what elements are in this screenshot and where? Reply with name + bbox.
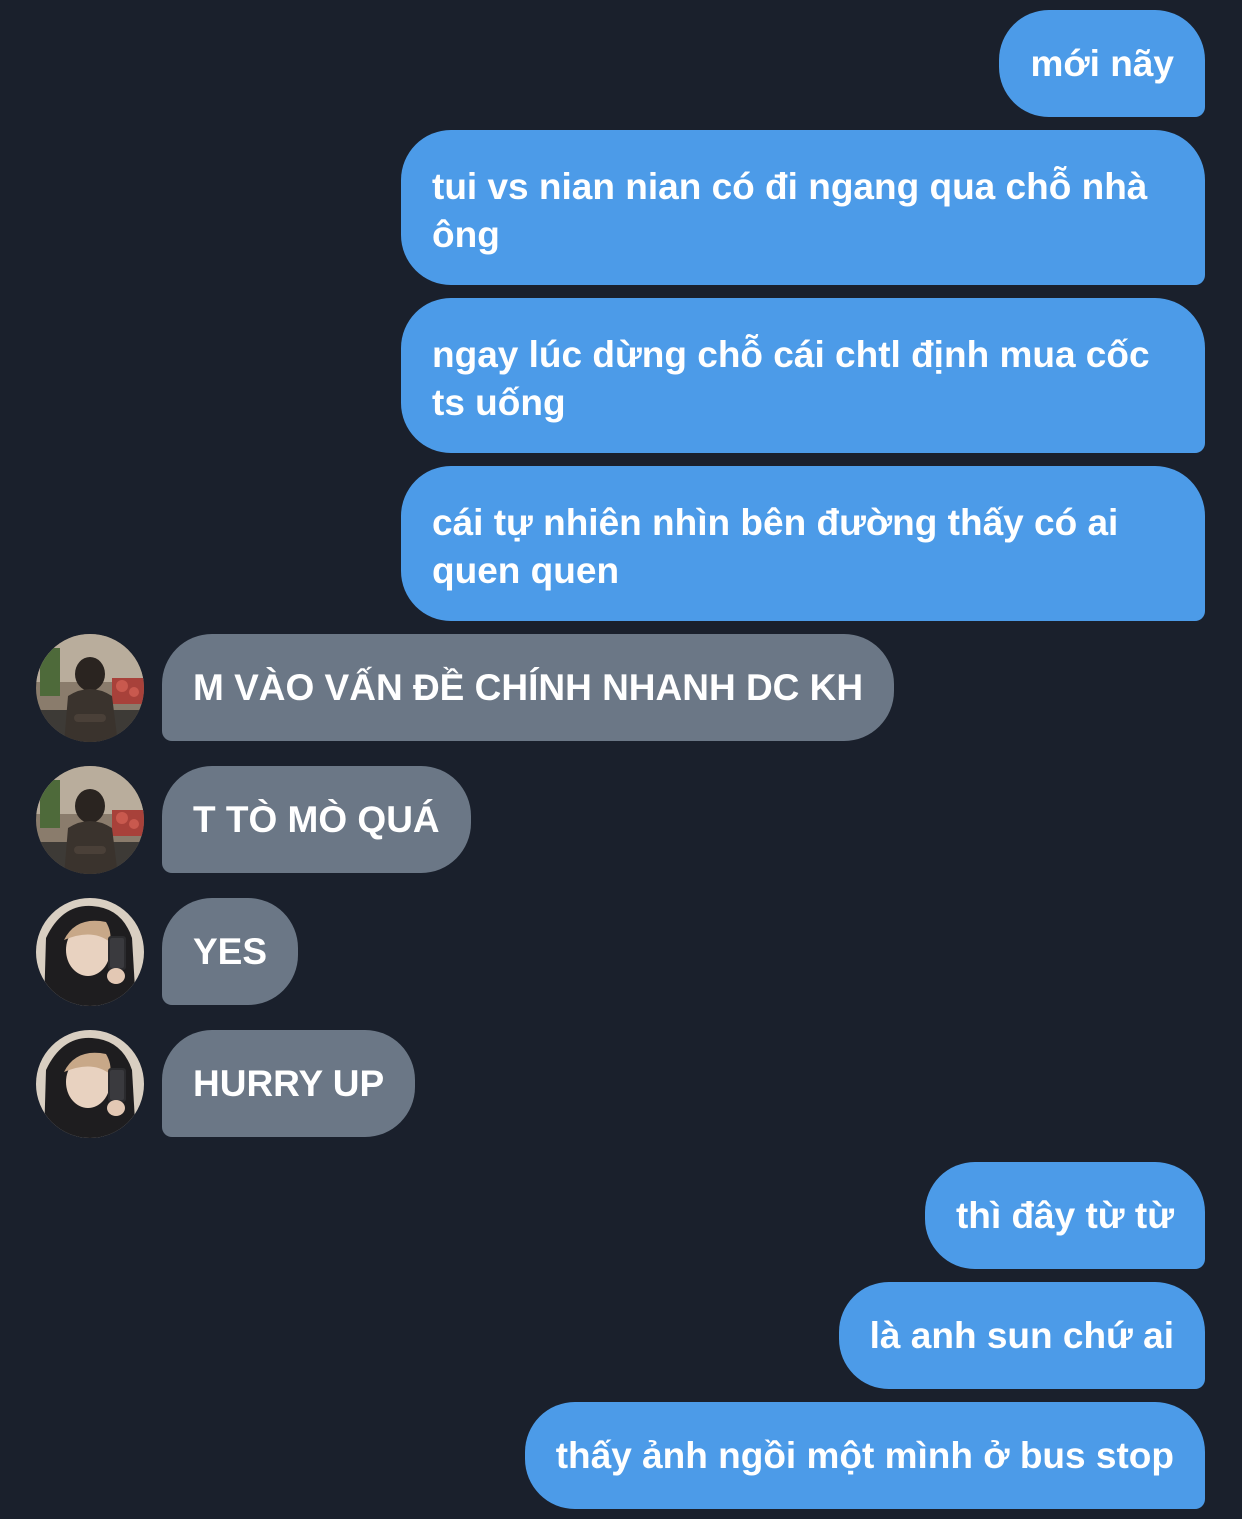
message-text: thấy ảnh ngồi một mình ở bus stop xyxy=(555,1435,1174,1476)
avatar-photo-icon xyxy=(36,766,144,874)
message-bubble-received[interactable]: T TÒ MÒ QUÁ xyxy=(162,766,471,873)
message-bubble-received[interactable]: YES xyxy=(162,898,299,1005)
message-bubble-sent[interactable]: tui vs nian nian có đi ngang qua chỗ nhà… xyxy=(401,130,1205,285)
message-text: HURRY UP xyxy=(193,1063,385,1104)
message-text: cái tự nhiên nhìn bên đường thấy có ai q… xyxy=(432,502,1119,591)
message-bubble-sent[interactable]: mới nãy xyxy=(999,10,1205,117)
avatar-photo-icon xyxy=(36,898,144,1006)
chat-thread: mới nãy tui vs nian nian có đi ngang qua… xyxy=(0,0,1242,1519)
message-text: tui vs nian nian có đi ngang qua chỗ nhà… xyxy=(432,166,1148,255)
message-text: YES xyxy=(193,931,268,972)
message-bubble-received[interactable]: M VÀO VẤN ĐỀ CHÍNH NHANH DC KH xyxy=(162,634,895,741)
avatar-hooded-person-sitting[interactable] xyxy=(36,766,144,874)
message-bubble-sent[interactable]: thì đây từ từ xyxy=(924,1162,1205,1269)
message-bubble-sent[interactable]: ngay lúc dừng chỗ cái chtl định mua cốc … xyxy=(401,298,1205,453)
message-bubble-sent[interactable]: là anh sun chứ ai xyxy=(838,1282,1205,1389)
message-bubble-received[interactable]: HURRY UP xyxy=(162,1030,416,1137)
avatar-photo-icon xyxy=(36,1030,144,1138)
avatar-mirror-selfie[interactable] xyxy=(36,898,144,1006)
message-text: là anh sun chứ ai xyxy=(869,1315,1174,1356)
message-text: mới nãy xyxy=(1030,43,1174,84)
avatar-mirror-selfie[interactable] xyxy=(36,1030,144,1138)
message-text: thì đây từ từ xyxy=(955,1195,1174,1236)
message-bubble-sent[interactable]: thấy ảnh ngồi một mình ở bus stop xyxy=(524,1402,1205,1509)
message-bubble-sent[interactable]: cái tự nhiên nhìn bên đường thấy có ai q… xyxy=(401,466,1205,621)
avatar-hooded-person-sitting[interactable] xyxy=(36,634,144,742)
message-text: ngay lúc dừng chỗ cái chtl định mua cốc … xyxy=(432,334,1150,423)
avatar-photo-icon xyxy=(36,634,144,742)
message-text: T TÒ MÒ QUÁ xyxy=(193,799,440,840)
message-text: M VÀO VẤN ĐỀ CHÍNH NHANH DC KH xyxy=(193,667,864,708)
